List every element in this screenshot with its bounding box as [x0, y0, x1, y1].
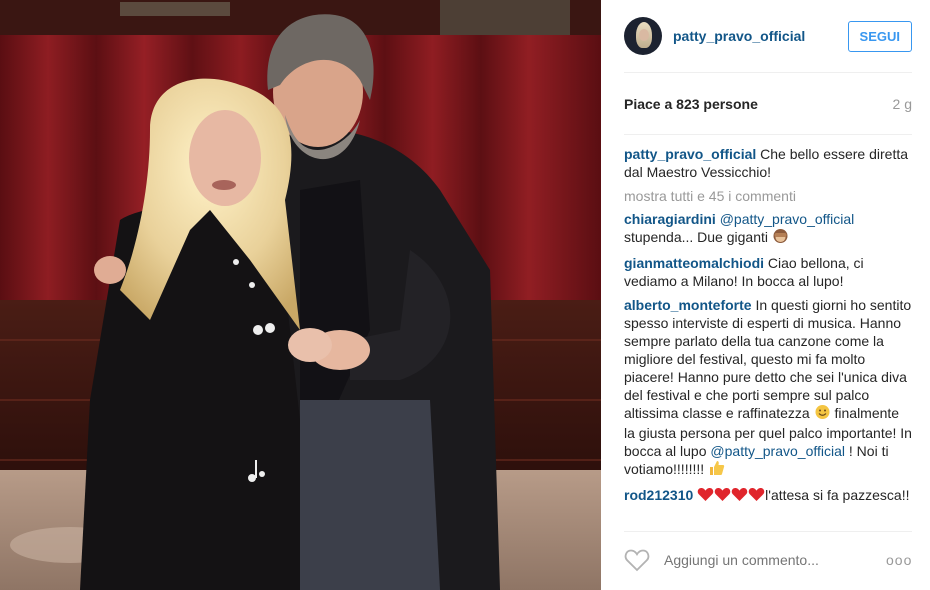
comment-author[interactable]: alberto_monteforte	[624, 297, 752, 313]
comment-author[interactable]: gianmatteomalchiodi	[624, 255, 764, 271]
comment-author[interactable]: rod212310	[624, 487, 693, 503]
like-heart-icon[interactable]	[624, 548, 650, 572]
instagram-post: patty_pravo_official SEGUI Piace a 823 p…	[0, 0, 930, 590]
red-heart-icon	[697, 487, 714, 506]
post-sidebar: patty_pravo_official SEGUI Piace a 823 p…	[601, 0, 930, 590]
see-no-evil-monkey-icon	[772, 228, 789, 248]
photo-illustration	[0, 0, 601, 590]
caption: patty_pravo_official Che bello essere di…	[624, 145, 912, 181]
red-heart-icon	[748, 487, 765, 506]
comments-list: patty_pravo_official Che bello essere di…	[624, 135, 912, 532]
comment-text: l'attesa si fa pazzesca!!	[765, 487, 910, 503]
add-comment-input[interactable]	[664, 552, 886, 568]
red-heart-icon	[731, 487, 748, 506]
avatar[interactable]	[624, 17, 662, 55]
caption-author[interactable]: patty_pravo_official	[624, 146, 756, 162]
comment-author[interactable]: chiaragiardini	[624, 211, 716, 227]
smiling-face-icon	[814, 404, 831, 424]
thumbs-up-icon	[708, 460, 725, 480]
comment-mention[interactable]: @patty_pravo_official	[720, 211, 855, 227]
post-photo[interactable]	[0, 0, 601, 590]
comment-mention[interactable]: @patty_pravo_official	[710, 443, 845, 459]
post-meta: Piace a 823 persone 2 g	[624, 73, 912, 135]
show-all-comments-link[interactable]: mostra tutti e 45 i commenti	[624, 188, 912, 204]
post-age[interactable]: 2 g	[893, 96, 912, 112]
follow-button[interactable]: SEGUI	[847, 20, 912, 52]
post-header: patty_pravo_official SEGUI	[624, 0, 912, 73]
post-footer: ooo	[624, 532, 912, 588]
comment-text: stupenda... Due giganti	[624, 229, 768, 245]
red-heart-icon	[714, 487, 731, 506]
username-link[interactable]: patty_pravo_official	[673, 28, 848, 44]
comment-item: alberto_monteforte In questi giorni ho s…	[624, 296, 912, 480]
comment-item: gianmatteomalchiodi Ciao bellona, ci ved…	[624, 254, 912, 290]
comment-text: In questi giorni ho sentito spesso inter…	[624, 297, 912, 421]
comment-item: rod212310 l'attesa si fa pazzesca!!	[624, 486, 912, 506]
comment-item: chiaragiardini @patty_pravo_official stu…	[624, 210, 912, 248]
more-options-icon[interactable]: ooo	[886, 552, 912, 568]
likes-count[interactable]: Piace a 823 persone	[624, 96, 758, 112]
